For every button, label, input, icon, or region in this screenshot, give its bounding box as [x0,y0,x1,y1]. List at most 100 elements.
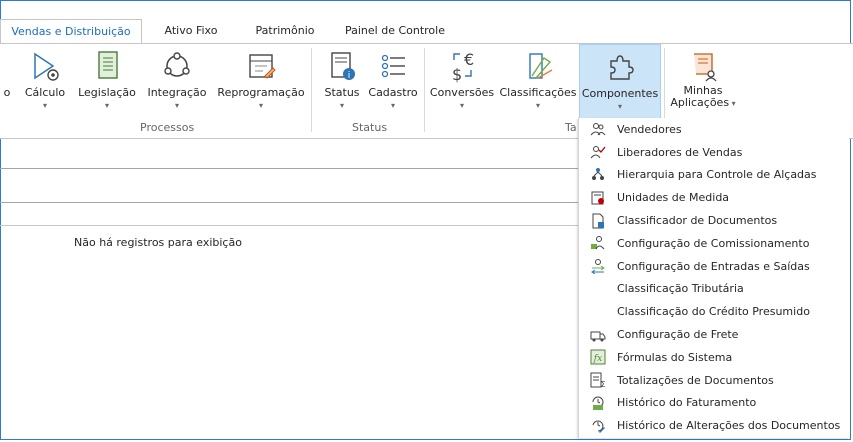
tab-ativo-fixo[interactable]: Ativo Fixo [146,19,236,44]
list-icon [381,54,405,78]
menu-item-liberadores[interactable]: Liberadores de Vendas [579,141,849,164]
menu-item-frete[interactable]: Configuração de Frete [579,323,849,346]
reprogramacao-label: Reprogramação [217,86,305,99]
componentes-dropdown-menu: Vendedores Liberadores de Vendas Hierarq… [578,118,849,438]
chevron-down-icon: ▾ [535,101,540,110]
group-label-tabelas: Ta [565,121,577,134]
legislacao-label: Legislação [78,86,136,99]
group-label-processos: Processos [140,121,195,134]
menu-item-label: Configuração de Entradas e Saídas [617,259,810,273]
minhas-aplicacoes-button[interactable]: Minhas Aplicações ▾ [668,44,738,124]
svg-text:Σ: Σ [600,380,605,388]
grid-line [0,168,580,169]
menu-item-unidades[interactable]: Unidades de Medida [579,186,849,209]
formula-icon: fx [590,349,606,365]
menu-item-label: Fórmulas do Sistema [617,350,733,364]
menu-item-hierarquia[interactable]: Hierarquia para Controle de Alçadas [579,164,849,187]
menu-item-historico-alteracoes[interactable]: Histórico de Alterações dos Documentos [579,414,849,437]
hierarchy-icon [592,167,604,180]
integracao-label: Integração [147,86,207,99]
chevron-down-icon: ▾ [459,101,464,110]
chevron-down-icon: ▾ [617,102,622,111]
ribbon-tabs: Vendas e Distribuição Ativo Fixo Patrimô… [0,15,853,44]
chevron-down-icon: ▾ [729,99,736,108]
conversoes-button[interactable]: € $ Conversões ▾ [428,44,496,124]
people-icon [590,123,606,136]
svg-text:$: $ [452,65,462,84]
calculo-label: Cálculo [24,86,66,99]
menu-item-label: Unidades de Medida [617,191,730,205]
menu-item-entradas-saidas[interactable]: Configuração de Entradas e Saídas [579,255,849,278]
aplicacoes-label: Aplicações [670,96,730,109]
billing-history-icon [592,396,604,410]
tab-painel-controle[interactable]: Painel de Controle [334,19,456,44]
componentes-button[interactable]: Componentes ▾ [579,44,661,124]
conversoes-label: Conversões [429,86,495,99]
people-check-icon [590,146,606,159]
svg-text:fx: fx [593,354,602,364]
menu-item-label: Classificador de Documentos [617,214,778,228]
classificacoes-label: Classificações [499,86,577,99]
menu-item-label: Configuração de Comissionamento [617,236,810,250]
document-classifier-icon [592,213,604,229]
empty-grid-message: Não há registros para exibição [74,236,242,249]
integracao-button[interactable]: Integração ▾ [145,44,209,124]
chevron-down-icon: ▾ [104,101,109,110]
change-history-icon [592,420,605,433]
menu-item-classificacao-tributaria[interactable]: Classificação Tributária [579,278,849,301]
group-label-status: Status [352,121,388,134]
legislacao-button[interactable]: Legislação ▾ [73,44,141,124]
chevron-down-icon: ▾ [390,101,395,110]
play-gear-icon [34,52,59,81]
truncated-label: o [3,86,11,99]
classification-icon [529,53,553,79]
calculo-button[interactable]: Cálculo ▾ [20,44,70,124]
status-info-icon: i [331,52,355,81]
group-separator [311,48,312,132]
integration-icon [164,52,190,77]
menu-item-historico-faturamento[interactable]: Histórico do Faturamento [579,392,849,415]
componentes-label: Componentes [581,87,659,100]
law-book-icon [98,51,118,79]
menu-item-label: Configuração de Frete [617,328,739,342]
calendar-edit-icon [249,54,276,79]
cadastro-label: Cadastro [368,86,418,99]
status-button[interactable]: i Status ▾ [322,44,362,124]
chevron-down-icon: ▾ [258,101,263,110]
grid-line [0,202,580,203]
chevron-down-icon: ▾ [339,101,344,110]
tab-patrimonio[interactable]: Patrimônio [240,19,330,44]
commission-icon [591,236,605,250]
grid-header-line [0,225,580,226]
menu-item-label: Histórico de Alterações dos Documentos [617,419,841,433]
svg-text:€: € [464,50,474,69]
freight-icon [590,331,606,342]
menu-item-label: Hierarquia para Controle de Alçadas [617,168,817,182]
menu-item-label: Histórico do Faturamento [617,396,757,410]
menu-item-credito-presumido[interactable]: Classificação do Crédito Presumido [579,300,849,323]
menu-item-formulas[interactable]: fx Fórmulas do Sistema [579,346,849,369]
tab-vendas-distribuicao[interactable]: Vendas e Distribuição [0,19,142,44]
svg-text:i: i [348,71,351,81]
menu-item-label: Liberadores de Vendas [617,145,743,159]
chevron-down-icon: ▾ [174,101,179,110]
cadastro-button[interactable]: Cadastro ▾ [364,44,422,124]
group-separator [424,48,425,132]
sum-icon: Σ [590,372,606,388]
menu-item-comissionamento[interactable]: Configuração de Comissionamento [579,232,849,255]
status-label: Status [324,86,360,99]
menu-item-label: Vendedores [617,122,682,136]
reprogramacao-button[interactable]: Reprogramação ▾ [213,44,309,124]
menu-item-classificador[interactable]: Classificador de Documentos [579,209,849,232]
puzzle-icon [610,55,634,80]
menu-item-label: Classificação do Crédito Presumido [617,305,810,319]
ribbon-button-truncated[interactable]: o [0,44,14,124]
menu-item-totalizacoes[interactable]: Σ Totalizações de Documentos [579,369,849,392]
classificacoes-button[interactable]: Classificações ▾ [498,44,578,124]
in-out-icon [591,259,605,275]
menu-item-label: Totalizações de Documentos [617,373,774,387]
chevron-down-icon: ▾ [42,101,47,110]
menu-item-vendedores[interactable]: Vendedores [579,118,849,141]
ruler-icon [591,191,604,205]
scroll-user-icon [694,53,717,82]
